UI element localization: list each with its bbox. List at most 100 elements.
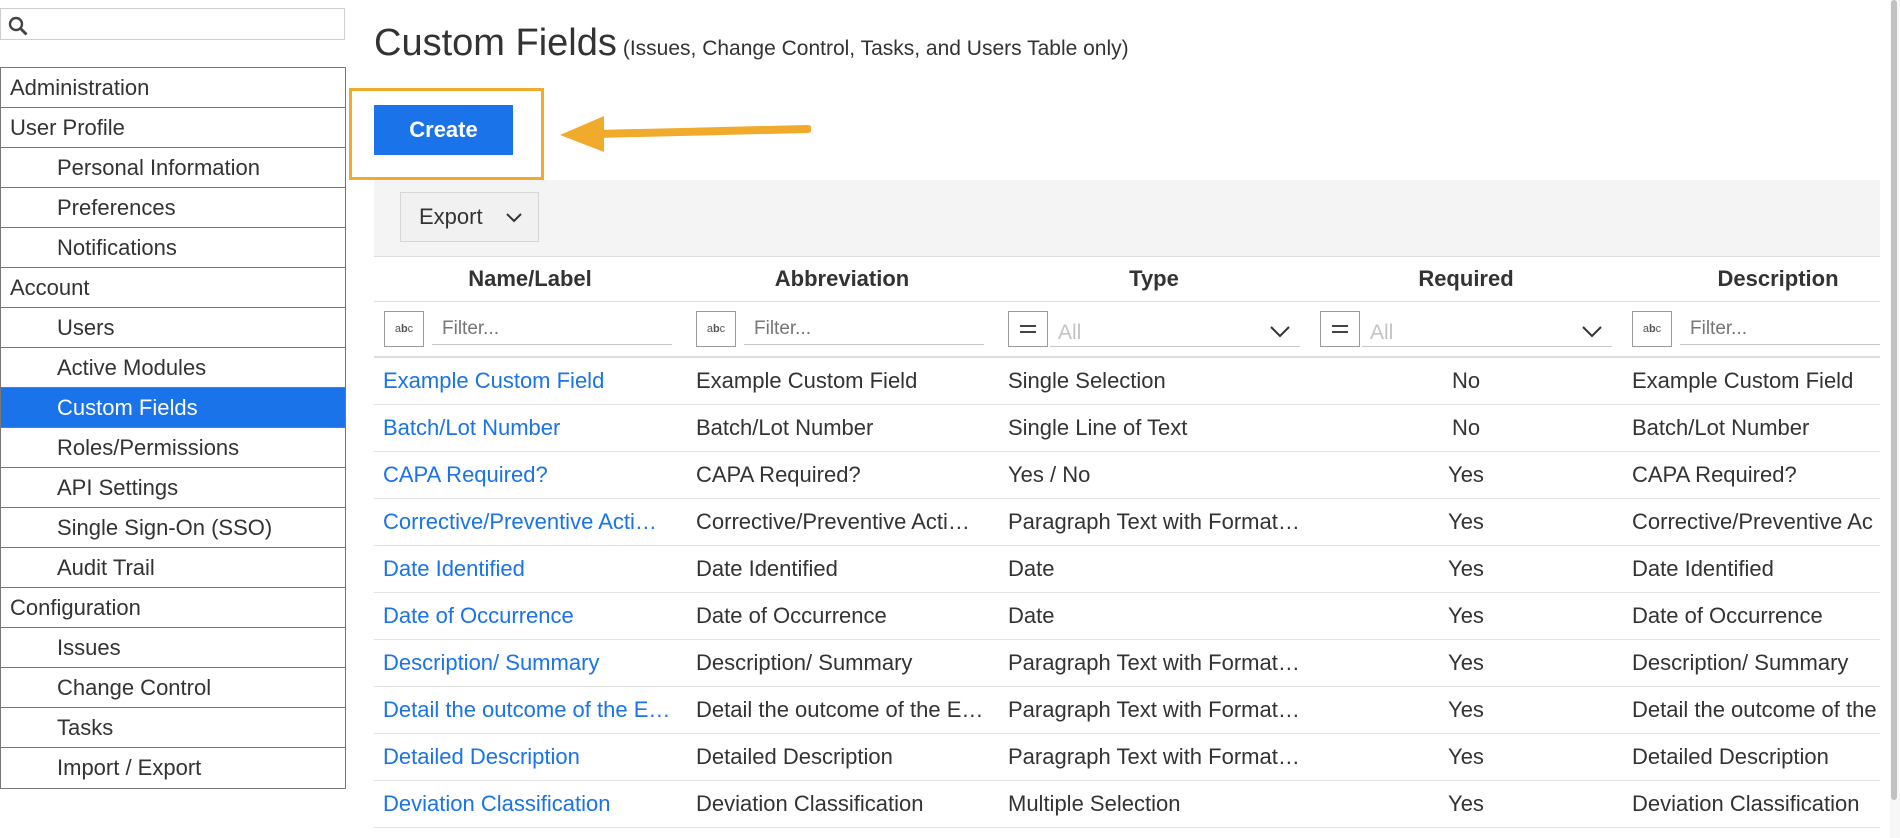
sidebar-item-import-export[interactable]: Import / Export xyxy=(1,748,345,788)
grid-toolbar: Export xyxy=(374,180,1880,256)
field-name-link[interactable]: Description/ Summary xyxy=(383,640,673,686)
sidebar-item-change-control[interactable]: Change Control xyxy=(1,668,345,708)
sidebar-item-roles-permissions[interactable]: Roles/Permissions xyxy=(1,428,345,468)
cell-abbreviation: CAPA Required? xyxy=(696,462,861,487)
field-name-link[interactable]: Date Identified xyxy=(383,546,673,592)
field-name-link[interactable]: Example Custom Field xyxy=(383,358,673,404)
description-filter-input[interactable] xyxy=(1680,313,1880,345)
cell-required: Yes xyxy=(1448,556,1484,581)
required-filter-value: All xyxy=(1370,321,1394,344)
sidebar-item-audit-trail[interactable]: Audit Trail xyxy=(1,548,345,588)
cell-required: Yes xyxy=(1448,509,1484,534)
sidebar-item-personal-information[interactable]: Personal Information xyxy=(1,148,345,188)
chevron-down-icon xyxy=(1582,326,1602,338)
sidebar-item-account[interactable]: Account xyxy=(1,268,345,308)
cell-abbreviation: Date Identified xyxy=(696,556,838,581)
sidebar-item-active-modules[interactable]: Active Modules xyxy=(1,348,345,388)
export-button[interactable]: Export xyxy=(400,192,539,242)
text-filter-icon[interactable]: abc xyxy=(1632,311,1672,347)
field-name-link[interactable]: Detailed Description xyxy=(383,734,673,780)
sidebar-item-users[interactable]: Users xyxy=(1,308,345,348)
table-row[interactable]: Corrective/Preventive Acti… Corrective/Pr… xyxy=(374,499,1880,546)
cell-description: Batch/Lot Number xyxy=(1632,415,1810,440)
cell-required: Yes xyxy=(1448,744,1484,769)
cell-description: Example Custom Field xyxy=(1632,368,1854,393)
sidebar-search[interactable] xyxy=(0,8,345,40)
field-name-link[interactable]: Corrective/Preventive Acti… xyxy=(383,499,673,545)
cell-abbreviation: Detailed Description xyxy=(696,744,893,769)
column-header-abbreviation[interactable]: Abbreviation xyxy=(686,257,998,301)
column-header-required[interactable]: Required xyxy=(1310,257,1622,301)
table-body: Example Custom Field Example Custom Field… xyxy=(374,358,1880,828)
name-filter-input[interactable] xyxy=(432,313,672,345)
sidebar-item-single-sign-on[interactable]: Single Sign-On (SSO) xyxy=(1,508,345,548)
cell-description: Description/ Summary xyxy=(1632,650,1849,675)
chevron-down-icon xyxy=(1270,326,1290,338)
page-subtitle: (Issues, Change Control, Tasks, and User… xyxy=(622,37,1129,60)
sidebar-nav: Administration User Profile Personal Infor… xyxy=(0,67,346,789)
annotation-arrow-icon xyxy=(560,116,811,152)
cell-type: Paragraph Text with Format… xyxy=(1008,744,1300,769)
field-name-link[interactable]: Detail the outcome of the Ef… xyxy=(383,687,673,733)
cell-type: Paragraph Text with Format… xyxy=(1008,509,1300,534)
field-name-link[interactable]: Deviation Classification xyxy=(383,781,673,827)
cell-type: Yes / No xyxy=(1008,462,1091,487)
abbreviation-filter-input[interactable] xyxy=(744,313,984,345)
cell-type: Paragraph Text with Format… xyxy=(1008,650,1300,675)
cell-type: Multiple Selection xyxy=(1008,791,1181,816)
sidebar-item-custom-fields[interactable]: Custom Fields xyxy=(1,388,345,428)
cell-abbreviation: Example Custom Field xyxy=(696,368,918,393)
scrollbar-thumb[interactable] xyxy=(1891,0,1897,800)
create-button[interactable]: Create xyxy=(374,105,513,155)
text-filter-icon[interactable]: abc xyxy=(696,311,736,347)
sidebar-item-notifications[interactable]: Notifications xyxy=(1,228,345,268)
type-filter-select[interactable]: All xyxy=(1050,313,1300,347)
sidebar-item-preferences[interactable]: Preferences xyxy=(1,188,345,228)
text-filter-icon[interactable]: abc xyxy=(384,311,424,347)
sidebar-item-api-settings[interactable]: API Settings xyxy=(1,468,345,508)
sidebar-item-administration[interactable]: Administration xyxy=(1,68,345,108)
vertical-scrollbar[interactable] xyxy=(1890,0,1900,838)
table-row[interactable]: Date of Occurrence Date of Occurrence Date… xyxy=(374,593,1880,640)
cell-description: Detailed Description xyxy=(1632,744,1829,769)
column-header-description[interactable]: Description xyxy=(1622,257,1900,301)
page-title: Custom Fields xyxy=(374,22,617,64)
field-name-link[interactable]: Date of Occurrence xyxy=(383,593,673,639)
cell-description: Date of Occurrence xyxy=(1632,603,1823,628)
table-row[interactable]: Batch/Lot Number Batch/Lot Number Single L… xyxy=(374,405,1880,452)
table-row[interactable]: Date Identified Date Identified Date Yes Dat… xyxy=(374,546,1880,593)
cell-description: Detail the outcome of the xyxy=(1632,697,1877,722)
column-header-name[interactable]: Name/Label xyxy=(374,257,686,301)
cell-type: Paragraph Text with Format… xyxy=(1008,697,1300,722)
export-label: Export xyxy=(419,204,483,229)
table-row[interactable]: Detailed Description Detailed Description… xyxy=(374,734,1880,781)
equals-filter-icon[interactable] xyxy=(1320,311,1360,347)
cell-description: CAPA Required? xyxy=(1632,462,1797,487)
custom-fields-table: Name/Label Abbreviation Type Required De… xyxy=(374,256,1880,828)
sidebar-item-user-profile[interactable]: User Profile xyxy=(1,108,345,148)
required-filter-select[interactable]: All xyxy=(1362,313,1612,347)
field-name-link[interactable]: Batch/Lot Number xyxy=(383,405,673,451)
cell-abbreviation: Batch/Lot Number xyxy=(696,415,874,440)
cell-type: Single Line of Text xyxy=(1008,415,1188,440)
sidebar-item-issues[interactable]: Issues xyxy=(1,628,345,668)
table-row[interactable]: Detail the outcome of the Ef… Detail the … xyxy=(374,687,1880,734)
sidebar-item-configuration[interactable]: Configuration xyxy=(1,588,345,628)
table-row[interactable]: Description/ Summary Description/ Summary… xyxy=(374,640,1880,687)
table-row[interactable]: Example Custom Field Example Custom Field… xyxy=(374,358,1880,405)
cell-abbreviation: Deviation Classification xyxy=(696,791,924,816)
cell-description: Corrective/Preventive Ac xyxy=(1632,509,1873,534)
chevron-down-icon xyxy=(506,213,522,223)
field-name-link[interactable]: CAPA Required? xyxy=(383,452,673,498)
column-header-type[interactable]: Type xyxy=(998,257,1310,301)
cell-type: Date xyxy=(1008,603,1055,628)
cell-required: Yes xyxy=(1448,603,1484,628)
sidebar-item-tasks[interactable]: Tasks xyxy=(1,708,345,748)
search-input[interactable] xyxy=(31,13,335,37)
cell-required: No xyxy=(1451,368,1481,393)
cell-required: Yes xyxy=(1448,462,1484,487)
equals-filter-icon[interactable] xyxy=(1008,311,1048,347)
cell-abbreviation: Detail the outcome of the Ef… xyxy=(696,697,986,722)
table-row[interactable]: Deviation Classification Deviation Classi… xyxy=(374,781,1880,828)
table-row[interactable]: CAPA Required? CAPA Required? Yes / No Yes C… xyxy=(374,452,1880,499)
